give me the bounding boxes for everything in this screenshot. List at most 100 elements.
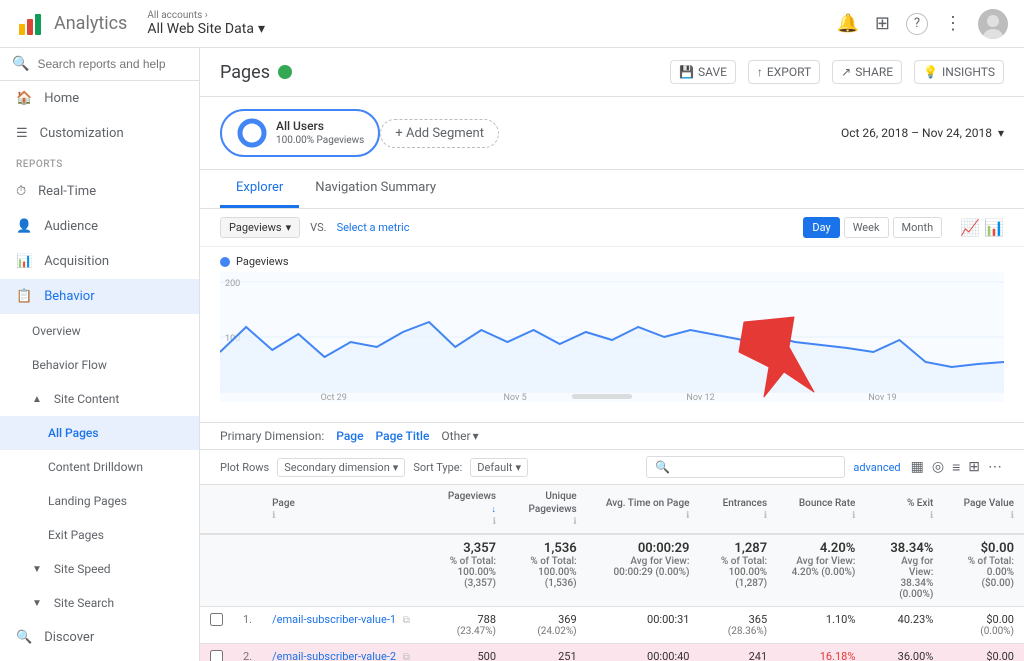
grid-icon[interactable]: ⊞	[875, 13, 890, 34]
dimension-page[interactable]: Page	[336, 429, 363, 443]
row1-copy-icon[interactable]: ⧉	[403, 615, 410, 626]
more-icon[interactable]: ⋮	[944, 13, 962, 34]
row2-copy-icon[interactable]: ⧉	[403, 652, 410, 661]
date-picker[interactable]: Oct 26, 2018 – Nov 24, 2018 ▾	[841, 126, 1004, 140]
sidebar-item-site-content[interactable]: ▲ Site Content	[0, 382, 199, 416]
row1-checkbox[interactable]	[200, 607, 233, 644]
sidebar-item-overview[interactable]: Overview	[0, 314, 199, 348]
select-metric-link[interactable]: Select a metric	[337, 221, 410, 234]
th-pageviews[interactable]: Pageviews ↓ ℹ	[425, 485, 506, 534]
dimension-row: Primary Dimension: Page Page Title Other…	[200, 422, 1024, 450]
account-name[interactable]: All Web Site Data ▾	[147, 21, 265, 37]
sidebar-item-customization[interactable]: ☰ Customization	[0, 116, 199, 151]
secondary-dimension-select[interactable]: Secondary dimension ▾	[277, 458, 405, 477]
sidebar-item-behavior[interactable]: 📋 Behavior	[0, 279, 199, 314]
sidebar-item-site-search[interactable]: ▼ Site Search	[0, 586, 199, 620]
acquisition-icon: 📊	[16, 254, 32, 269]
expand-icon: ▲	[32, 394, 42, 405]
sidebar-item-realtime[interactable]: ⏱ Real-Time	[0, 174, 199, 209]
time-period-selector: Day Week Month	[803, 217, 942, 238]
segment-title: All Users	[276, 118, 364, 135]
metric-dropdown-arrow: ▾	[286, 221, 292, 234]
plot-rows-button[interactable]: Plot Rows	[220, 461, 269, 474]
pie-view-button[interactable]: ◎	[930, 457, 946, 478]
sidebar-item-discover[interactable]: 🔍 Discover	[0, 620, 199, 655]
active-segment[interactable]: All Users 100.00% Pageviews	[220, 109, 380, 157]
app-title: Analytics	[54, 13, 127, 34]
row2-num: 2.	[233, 644, 262, 661]
sidebar-item-site-speed[interactable]: ▼ Site Speed	[0, 552, 199, 586]
row2-checkbox[interactable]	[200, 644, 233, 661]
th-entrances[interactable]: Entrances ℹ	[699, 485, 777, 534]
row2-bounce: 16.18%	[777, 644, 865, 661]
account-selector[interactable]: All accounts › All Web Site Data ▾	[147, 10, 265, 37]
th-page-value[interactable]: Page Value ℹ	[943, 485, 1024, 534]
tab-navigation-summary[interactable]: Navigation Summary	[299, 170, 452, 208]
th-page[interactable]: Page ℹ	[262, 485, 425, 534]
save-button[interactable]: 💾 SAVE	[670, 60, 736, 84]
grid-view-button[interactable]: ▦	[909, 457, 926, 478]
row2-page-link[interactable]: /email-subscriber-value-2	[272, 650, 396, 661]
user-avatar[interactable]	[978, 9, 1008, 39]
add-segment-button[interactable]: + Add Segment	[380, 119, 499, 148]
analytics-logo	[16, 10, 44, 38]
dimension-page-title[interactable]: Page Title	[376, 429, 430, 443]
chart-area: Pageviews 200 100	[200, 247, 1024, 422]
header-actions: 🔔 ⊞ ? ⋮	[836, 9, 1008, 39]
sidebar-item-behavior-flow[interactable]: Behavior Flow	[0, 348, 199, 382]
sidebar-item-all-pages[interactable]: All Pages	[0, 416, 199, 450]
sort-default-select[interactable]: Default ▾	[470, 458, 528, 477]
tab-explorer[interactable]: Explorer	[220, 170, 299, 208]
totals-checkbox-cell	[200, 534, 233, 607]
th-avg-time[interactable]: Avg. Time on Page ℹ	[587, 485, 700, 534]
bell-icon[interactable]: 🔔	[836, 13, 858, 34]
dimension-other[interactable]: Other ▾	[441, 429, 478, 443]
month-button[interactable]: Month	[893, 217, 943, 238]
date-dropdown-icon: ▾	[998, 126, 1004, 140]
line-chart-button[interactable]: 📈	[960, 218, 980, 237]
share-button[interactable]: ↗ SHARE	[832, 60, 902, 84]
sidebar-item-content-drilldown[interactable]: Content Drilldown	[0, 450, 199, 484]
sidebar-item-exit-pages[interactable]: Exit Pages	[0, 518, 199, 552]
totals-num-cell	[233, 534, 262, 607]
week-button[interactable]: Week	[844, 217, 889, 238]
search-bar[interactable]: 🔍	[0, 48, 199, 81]
help-icon[interactable]: ?	[906, 13, 928, 35]
totals-exit-cell: 38.34% Avg for View: 38.34% (0.00%)	[865, 534, 943, 607]
sidebar-item-audience[interactable]: 👤 Audience	[0, 209, 199, 244]
sidebar-item-home[interactable]: 🏠 Home	[0, 81, 199, 116]
th-unique-pageviews[interactable]: Unique Pageviews ℹ	[506, 485, 587, 534]
day-button[interactable]: Day	[803, 217, 839, 238]
sidebar-item-landing-pages[interactable]: Landing Pages	[0, 484, 199, 518]
table-search-wrapper[interactable]: 🔍	[646, 456, 845, 478]
breadcrumb: All accounts ›	[147, 10, 265, 21]
table-search-input[interactable]	[676, 461, 836, 473]
content-area: Pages 💾 SAVE ↑ EXPORT ↗ SHARE 💡	[200, 48, 1024, 661]
compare-view-button[interactable]: ≡	[950, 457, 962, 478]
export-button[interactable]: ↑ EXPORT	[748, 60, 820, 84]
table-row: 2. /email-subscriber-value-2 ⧉ 500 (14.8…	[200, 644, 1024, 661]
metric-dropdown[interactable]: Pageviews ▾	[220, 217, 300, 238]
th-pct-exit[interactable]: % Exit ℹ	[865, 485, 943, 534]
search-input[interactable]	[37, 57, 187, 71]
customization-icon: ☰	[16, 126, 28, 141]
pivot-view-button[interactable]: ⊞	[966, 457, 982, 478]
totals-pageviews-cell: 3,357 % of Total: 100.00% (3,357)	[425, 534, 506, 607]
more-view-button[interactable]: ⋯	[986, 457, 1004, 478]
row1-page: /email-subscriber-value-1 ⧉	[262, 607, 425, 644]
bar-chart-button[interactable]: 📊	[984, 218, 1004, 237]
totals-value-cell: $0.00 % of Total: 0.00% ($0.00)	[943, 534, 1024, 607]
table-controls: Plot Rows Secondary dimension ▾ Sort Typ…	[200, 450, 1024, 485]
home-icon: 🏠	[16, 91, 32, 106]
advanced-link[interactable]: advanced	[853, 461, 900, 474]
th-bounce-rate[interactable]: Bounce Rate ℹ	[777, 485, 865, 534]
sidebar-item-acquisition[interactable]: 📊 Acquisition	[0, 244, 199, 279]
insights-button[interactable]: 💡 INSIGHTS	[914, 60, 1004, 84]
data-table: Page ℹ Pageviews ↓ ℹ	[200, 485, 1024, 661]
chart-label: Pageviews	[220, 247, 1004, 272]
row1-page-link[interactable]: /email-subscriber-value-1	[272, 613, 396, 626]
th-rownum	[233, 485, 262, 534]
row1-exit: 40.23%	[865, 607, 943, 644]
row1-pageviews: 788 (23.47%)	[425, 607, 506, 644]
sidebar-item-admin[interactable]: ⚙️ Admin	[0, 655, 199, 661]
